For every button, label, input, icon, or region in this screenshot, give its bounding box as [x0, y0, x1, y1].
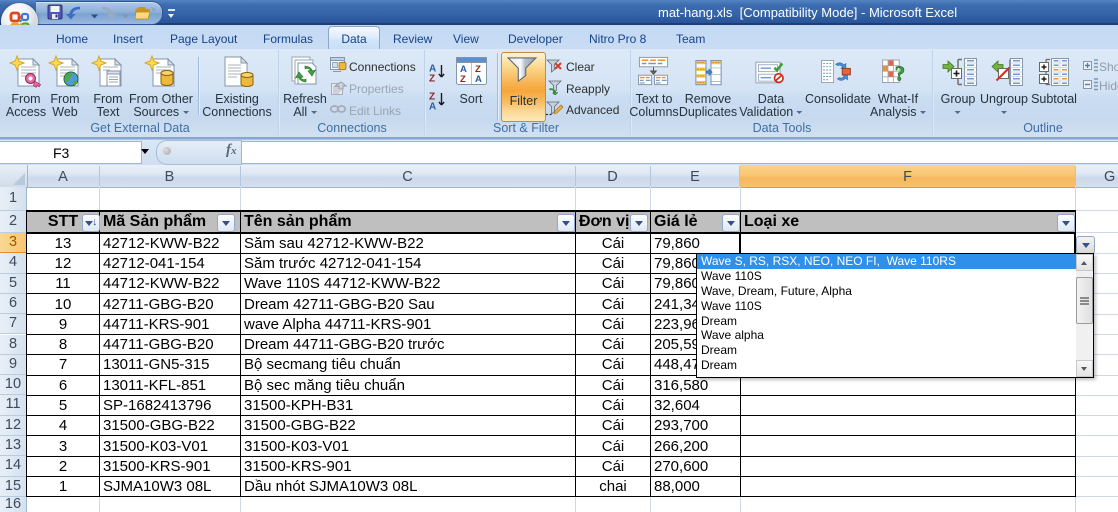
svg-text:A: A — [429, 102, 436, 111]
svg-text:Z: Z — [429, 74, 435, 83]
svg-text:?: ? — [895, 62, 905, 85]
svg-text:A: A — [475, 74, 482, 85]
svg-text:Z: Z — [460, 74, 466, 85]
